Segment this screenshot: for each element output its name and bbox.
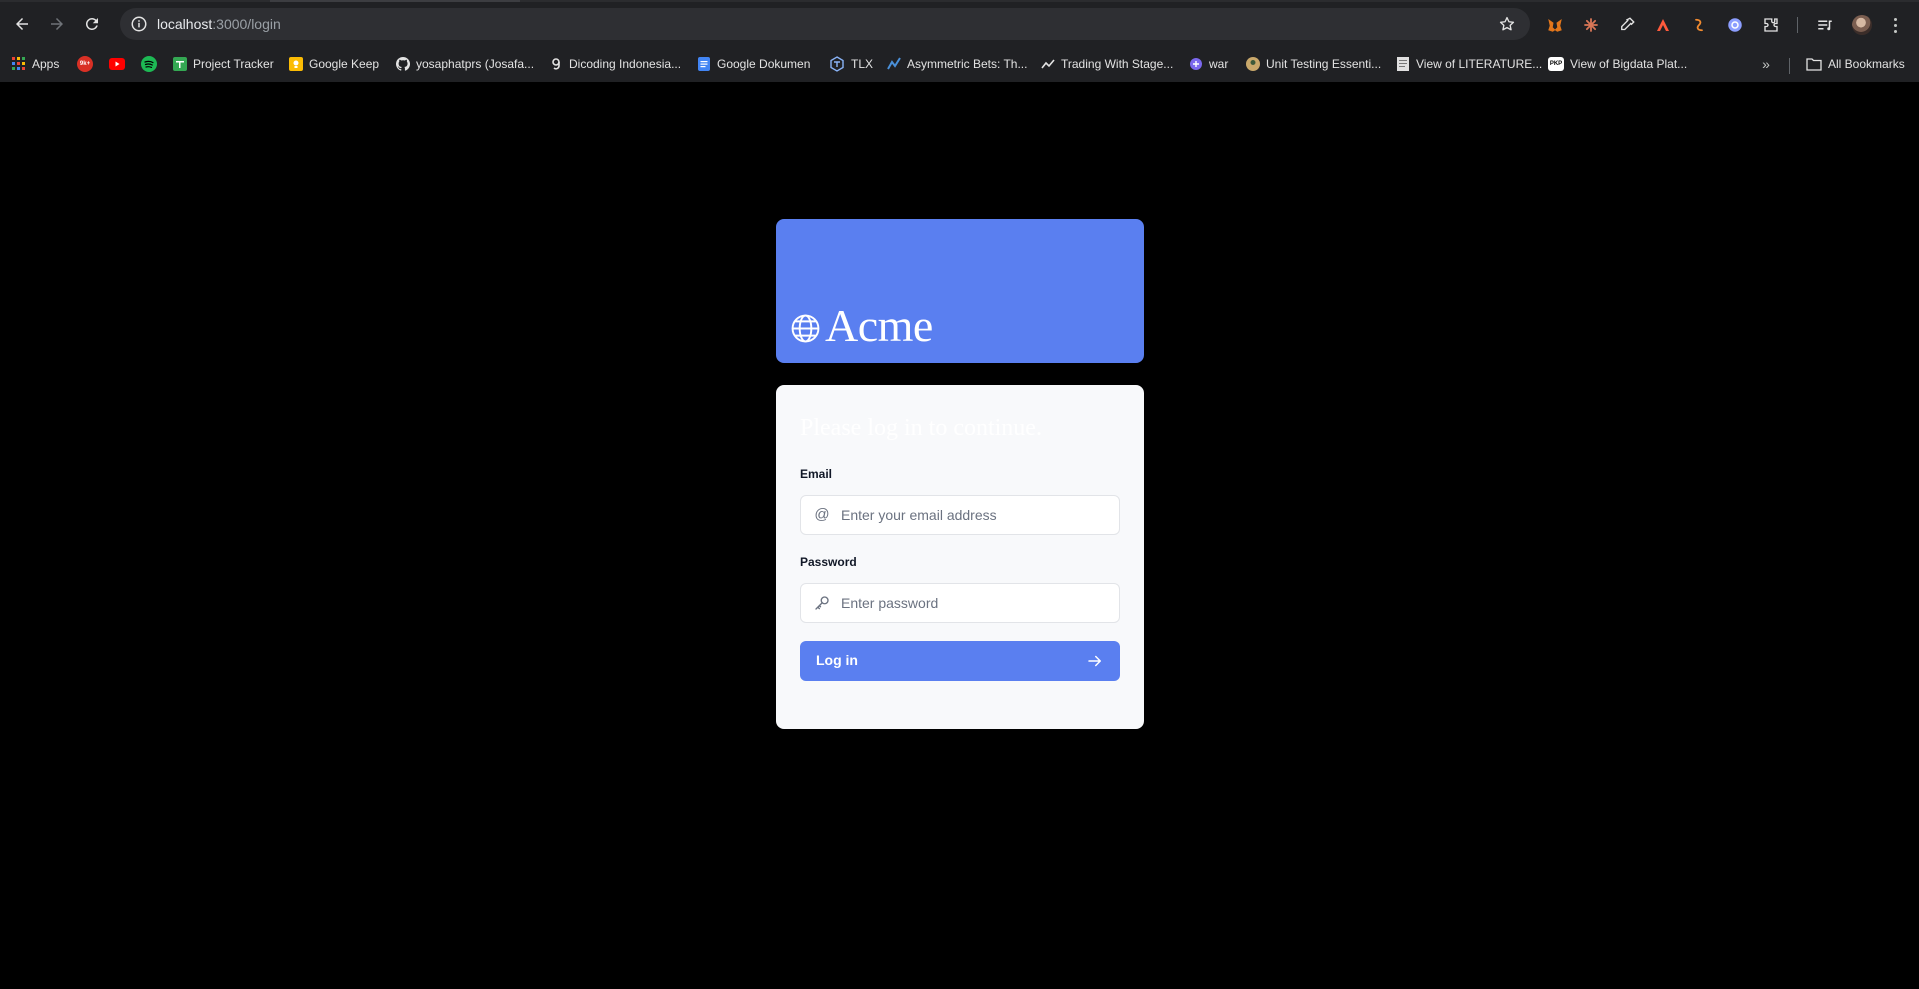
url-path: :3000/login [212, 16, 281, 32]
forward-button[interactable] [43, 10, 71, 38]
password-input[interactable] [841, 584, 1111, 622]
bookmark-label: Google Dokumen [717, 57, 811, 71]
bookmark-spotify[interactable] [141, 54, 157, 74]
bookmark-google-dokumen[interactable]: Google Dokumen [697, 54, 810, 74]
pkp-icon: PKP [1548, 57, 1564, 71]
bookmark-label: Asymmetric Bets: Th... [907, 57, 1028, 71]
github-icon [396, 57, 410, 71]
bookmarks-separator [1789, 58, 1790, 74]
address-bar[interactable]: localhost:3000/login [120, 8, 1530, 40]
spotify-icon [141, 56, 157, 72]
profile-avatar[interactable] [1852, 15, 1872, 35]
metamask-extension-icon[interactable] [1546, 16, 1564, 34]
lens-extension-icon[interactable] [1726, 16, 1744, 34]
testing-icon [1246, 57, 1260, 71]
login-form: Please log in to continue. Email @ Passw… [776, 385, 1144, 729]
bookmark-trading-with-stage[interactable]: Trading With Stage... [1041, 54, 1173, 74]
browser-menu-icon[interactable] [1886, 16, 1904, 34]
arrow-right-icon [1088, 655, 1101, 667]
extensions-puzzle-icon[interactable] [1762, 16, 1780, 34]
bookmark-label: Dicoding Indonesia... [569, 57, 682, 71]
bookmark-9k[interactable]: 9k+ [77, 54, 93, 74]
bookmark-label: Apps [32, 57, 60, 71]
email-label: Email [800, 467, 833, 481]
reload-button[interactable] [78, 10, 106, 38]
bookmark-dicoding[interactable]: Dicoding Indonesia... [549, 54, 681, 74]
9k-badge-icon: 9k+ [77, 56, 93, 72]
email-input[interactable] [841, 496, 1111, 534]
bookmarks-overflow-icon[interactable]: » [1756, 54, 1776, 74]
sheets-icon [173, 57, 187, 71]
url-host: localhost [157, 16, 213, 32]
bookmark-view-of-bigdata[interactable]: PKP View of Bigdata Plat... [1548, 54, 1687, 74]
password-label: Password [800, 555, 857, 569]
docs-icon [698, 57, 710, 71]
login-heading: Please log in to continue. [800, 415, 1042, 441]
bookmark-asymmetric-bets[interactable]: Asymmetric Bets: Th... [887, 54, 1027, 74]
bookmark-github[interactable]: yosaphatprs (Josafa... [396, 54, 534, 74]
site-info-icon[interactable] [130, 15, 148, 33]
acrobat-extension-icon[interactable] [1654, 16, 1672, 34]
keep-icon [289, 57, 303, 71]
bookmark-label: Trading With Stage... [1061, 57, 1174, 71]
chart-icon [887, 57, 901, 70]
bookmark-label: TLX [851, 57, 874, 71]
war-icon [1190, 58, 1202, 70]
apps-grid-icon [12, 57, 25, 70]
folder-icon [1806, 58, 1822, 71]
bookmark-label: Google Keep [309, 57, 380, 71]
bookmark-label: war [1209, 57, 1229, 71]
tlx-icon [830, 56, 844, 72]
url-text[interactable]: localhost:3000/login [157, 16, 281, 32]
login-button[interactable]: Log in [800, 641, 1120, 681]
forward-arrow-icon [51, 18, 63, 30]
bookmark-label: yosaphatprs (Josafa... [416, 57, 535, 71]
eyedropper-extension-icon[interactable] [1618, 16, 1636, 34]
dicoding-icon [552, 58, 560, 70]
bookmark-unit-testing[interactable]: Unit Testing Essenti... [1246, 54, 1381, 74]
bookmark-war[interactable]: war [1189, 54, 1228, 74]
toolbar-separator [1797, 17, 1798, 33]
claude-extension-icon[interactable] [1582, 16, 1600, 34]
login-container: Acme Please log in to continue. Email @ … [776, 219, 1144, 729]
globe-icon [791, 314, 820, 343]
bookmark-label: Project Tracker [193, 57, 274, 71]
bookmark-view-of-literature[interactable]: View of LITERATURE... [1396, 54, 1542, 74]
key-icon [815, 596, 829, 610]
browser-toolbar: localhost:3000/login [0, 2, 1919, 46]
brand-header: Acme [776, 219, 1144, 363]
email-field[interactable]: @ [800, 495, 1120, 535]
bookmark-youtube[interactable] [109, 54, 125, 74]
bookmark-label: View of Bigdata Plat... [1570, 57, 1688, 71]
squiggle-extension-icon[interactable] [1690, 16, 1708, 34]
trend-icon [1041, 59, 1055, 69]
bookmark-google-keep[interactable]: Google Keep [289, 54, 379, 74]
all-bookmarks-folder[interactable]: All Bookmarks [1806, 54, 1905, 74]
all-bookmarks-label: All Bookmarks [1828, 57, 1905, 71]
bookmark-project-tracker[interactable]: Project Tracker [173, 54, 274, 74]
bookmark-star-icon[interactable] [1498, 15, 1516, 33]
brand-name: Acme [825, 300, 933, 351]
bookmark-tlx[interactable]: TLX [829, 54, 873, 74]
bookmark-apps[interactable]: Apps [12, 54, 59, 74]
reload-icon [85, 17, 98, 30]
media-control-icon[interactable] [1816, 16, 1834, 34]
browser-chrome: localhost:3000/login Apps 9k+ Project Tr… [0, 0, 1919, 82]
bookmark-label: View of LITERATURE... [1416, 57, 1543, 71]
back-button[interactable] [8, 10, 36, 38]
document-icon [1397, 57, 1409, 71]
login-button-label: Log in [816, 652, 858, 668]
bookmark-label: Unit Testing Essenti... [1266, 57, 1382, 71]
page-content: Acme Please log in to continue. Email @ … [0, 82, 1919, 989]
bookmarks-bar: Apps 9k+ Project Tracker Google Keep yos… [0, 48, 1919, 80]
youtube-icon [109, 58, 125, 70]
back-arrow-icon [16, 18, 28, 30]
password-field[interactable] [800, 583, 1120, 623]
at-sign-icon: @ [814, 506, 830, 523]
